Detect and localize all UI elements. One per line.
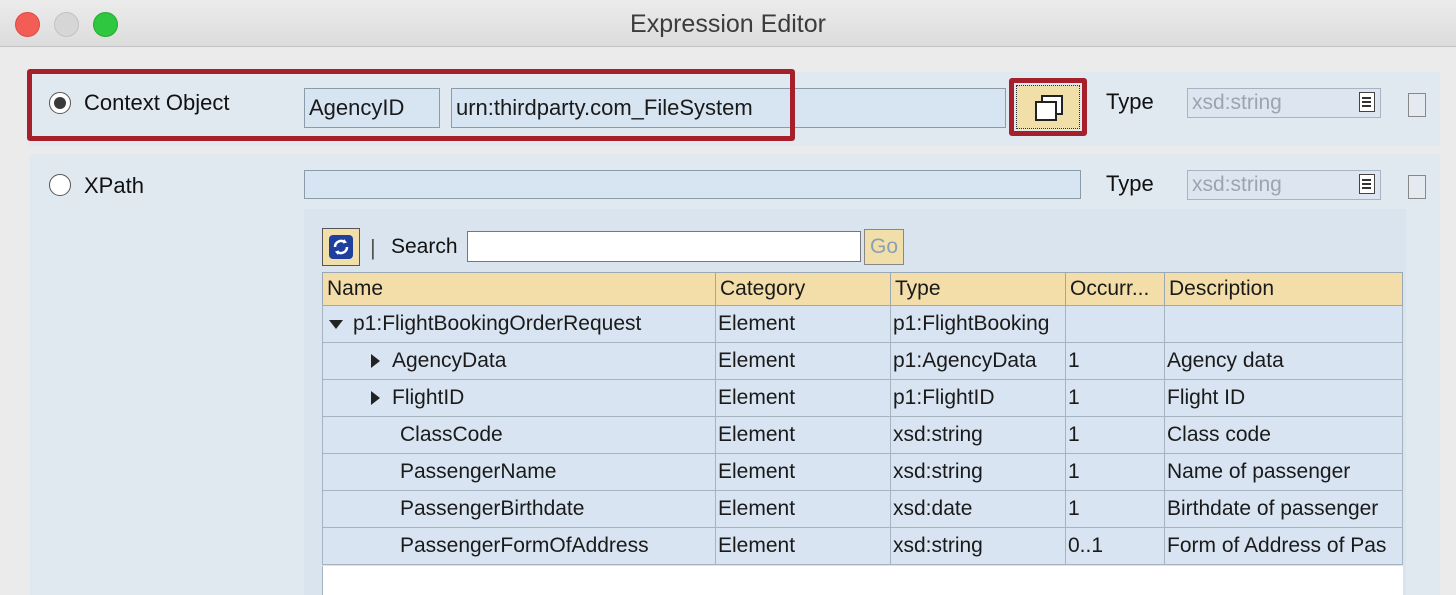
row-name-text: PassengerName xyxy=(400,460,557,483)
cell-description: Form of Address of Pas xyxy=(1164,527,1403,565)
cell-type: p1:AgencyData xyxy=(890,342,1066,380)
row-name-text: PassengerFormOfAddress xyxy=(400,534,649,557)
cell-description: Flight ID xyxy=(1164,379,1403,417)
cell-name[interactable]: ClassCode xyxy=(322,416,716,454)
cell-occurrence: 1 xyxy=(1065,453,1165,491)
go-button[interactable]: Go xyxy=(864,229,904,265)
refresh-icon xyxy=(329,235,353,259)
xpath-type-checkbox[interactable] xyxy=(1408,175,1426,199)
expand-arrow-icon[interactable] xyxy=(371,391,380,406)
row-name-text: ClassCode xyxy=(400,423,503,446)
cell-name[interactable]: FlightID xyxy=(322,379,716,417)
xpath-label: XPath xyxy=(84,173,144,198)
expand-arrow-icon[interactable] xyxy=(371,354,380,369)
cell-occurrence: 1 xyxy=(1065,490,1165,528)
collapse-arrow-icon[interactable] xyxy=(329,319,343,329)
window-titlebar: Expression Editor xyxy=(0,0,1456,47)
cell-name[interactable]: PassengerBirthdate xyxy=(322,490,716,528)
cell-occurrence: 1 xyxy=(1065,416,1165,454)
xpath-type-value: xsd:string xyxy=(1192,173,1282,196)
cell-type: p1:FlightBooking xyxy=(890,305,1066,343)
cell-category: Element xyxy=(715,379,891,417)
xpath-type-select[interactable]: xsd:string xyxy=(1187,170,1381,200)
column-header-description[interactable]: Description xyxy=(1164,272,1403,306)
table-row[interactable]: ClassCode Element xsd:string 1 Class code xyxy=(322,416,1403,454)
cell-type: p1:FlightID xyxy=(890,379,1066,417)
context-type-select[interactable]: xsd:string xyxy=(1187,88,1381,118)
toolbar-separator: | xyxy=(370,235,376,260)
structure-table: Name Category Type Occurr... Description… xyxy=(322,272,1403,565)
table-row[interactable]: PassengerName Element xsd:string 1 Name of p… xyxy=(322,453,1403,491)
dropdown-list-icon xyxy=(1359,174,1375,194)
context-type-label: Type xyxy=(1106,89,1154,114)
row-name-text: FlightID xyxy=(392,386,465,409)
cell-type: xsd:string xyxy=(890,453,1066,491)
cell-description: Birthdate of passenger xyxy=(1164,490,1403,528)
xpath-radio[interactable] xyxy=(49,174,71,196)
cell-name[interactable]: p1:FlightBookingOrderRequest xyxy=(322,305,716,343)
row-name-text: AgencyData xyxy=(392,349,507,372)
table-row[interactable]: p1:FlightBookingOrderRequest Element p1:Fl… xyxy=(322,305,1403,343)
cell-description: Agency data xyxy=(1164,342,1403,380)
cell-category: Element xyxy=(715,490,891,528)
cell-type: xsd:string xyxy=(890,416,1066,454)
cell-occurrence: 0..1 xyxy=(1065,527,1165,565)
cell-category: Element xyxy=(715,527,891,565)
cell-category: Element xyxy=(715,416,891,454)
cell-occurrence: 1 xyxy=(1065,379,1165,417)
table-row[interactable]: AgencyData Element p1:AgencyData 1 Agency da… xyxy=(322,342,1403,380)
row-name-text: PassengerBirthdate xyxy=(400,497,585,520)
table-header-row: Name Category Type Occurr... Description xyxy=(322,272,1403,306)
cell-type: xsd:string xyxy=(890,527,1066,565)
table-row[interactable]: PassengerFormOfAddress Element xsd:string 0… xyxy=(322,527,1403,565)
xpath-input[interactable] xyxy=(304,170,1081,199)
cell-type: xsd:date xyxy=(890,490,1066,528)
search-input[interactable] xyxy=(467,231,861,262)
table-row[interactable]: FlightID Element p1:FlightID 1 Flight ID xyxy=(322,379,1403,417)
context-object-highlight xyxy=(27,69,795,141)
column-header-type[interactable]: Type xyxy=(890,272,1066,306)
copy-button[interactable] xyxy=(1016,85,1080,129)
cell-category: Element xyxy=(715,453,891,491)
column-header-name[interactable]: Name xyxy=(322,272,716,306)
copy-icon xyxy=(1035,95,1063,121)
cell-occurrence: 1 xyxy=(1065,342,1165,380)
cell-category: Element xyxy=(715,342,891,380)
row-name-text: p1:FlightBookingOrderRequest xyxy=(353,312,642,335)
xpath-type-label: Type xyxy=(1106,171,1154,196)
cell-name[interactable]: PassengerFormOfAddress xyxy=(322,527,716,565)
cell-name[interactable]: AgencyData xyxy=(322,342,716,380)
context-type-checkbox[interactable] xyxy=(1408,93,1426,117)
refresh-button[interactable] xyxy=(322,228,360,266)
cell-category: Element xyxy=(715,305,891,343)
search-label: Search xyxy=(391,235,458,258)
table-empty-area xyxy=(322,566,1403,595)
cell-description xyxy=(1164,305,1403,343)
context-type-value: xsd:string xyxy=(1192,91,1282,114)
cell-occurrence xyxy=(1065,305,1165,343)
column-header-occurrence[interactable]: Occurr... xyxy=(1065,272,1165,306)
cell-description: Class code xyxy=(1164,416,1403,454)
dropdown-list-icon xyxy=(1359,92,1375,112)
column-header-category[interactable]: Category xyxy=(715,272,891,306)
cell-name[interactable]: PassengerName xyxy=(322,453,716,491)
cell-description: Name of passenger xyxy=(1164,453,1403,491)
window-title: Expression Editor xyxy=(630,10,826,38)
table-row[interactable]: PassengerBirthdate Element xsd:date 1 Birthd… xyxy=(322,490,1403,528)
